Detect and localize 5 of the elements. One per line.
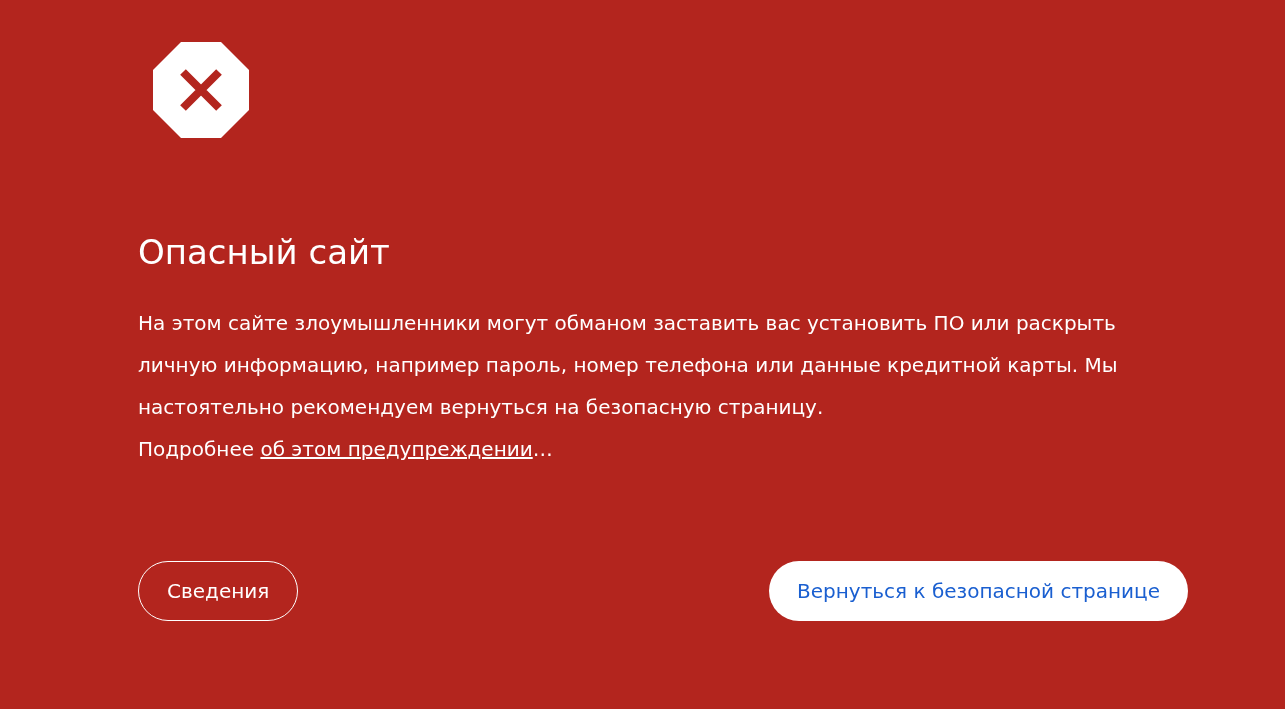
warning-text: На этом сайте злоумышленники могут обманом заставить вас установить ПО или раскрыть личную информацию, например пароль, номер телефона или данные кредитной карты. Мы настоятельно рекомендуем вернуться на безопасную страницу. Подробнее об этом предупреждении… xyxy=(138,310,1119,463)
page-title: Опасный сайт xyxy=(138,231,390,274)
back-to-safety-button[interactable]: Вернуться к безопасной странице xyxy=(769,561,1188,621)
warning-link[interactable]: об этом предупреждении xyxy=(260,437,533,461)
close-icon xyxy=(153,42,249,138)
